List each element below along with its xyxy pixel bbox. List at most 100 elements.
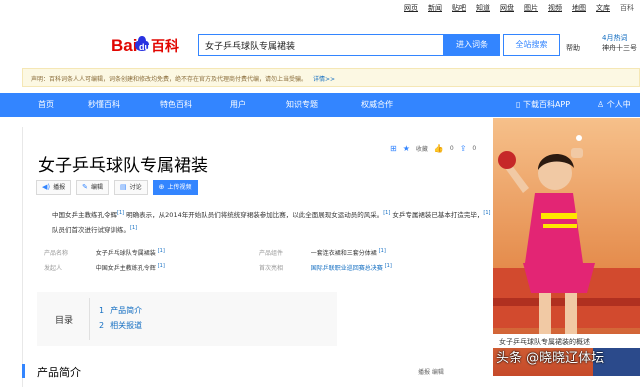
entry-summary: 中国女乒主教练孔令辉[1] 明确表示，从2014年开始队员们将统统穿裙装参加比赛…: [38, 207, 493, 237]
citation-ref[interactable]: [1]: [117, 210, 124, 216]
citation-ref[interactable]: [1]: [383, 210, 390, 216]
toc-divider: [89, 298, 90, 340]
pencil-icon: ✎: [82, 183, 89, 191]
toc-title: 目录: [55, 316, 74, 326]
toc-item-number: 1: [99, 306, 105, 315]
section-tools[interactable]: 播报 编辑: [418, 367, 444, 376]
toplink-map[interactable]: 地图: [572, 3, 586, 13]
nav-download-app[interactable]: ▯ 下载百科APP: [516, 93, 570, 117]
summary-text-4: 队员们首次进行试穿训练。: [52, 226, 130, 235]
citation-ref[interactable]: [1]: [158, 263, 165, 269]
broadcast-label: 播报: [53, 184, 66, 191]
nav-miaodong[interactable]: 秒懂百科: [88, 93, 120, 117]
toplink-web[interactable]: 网页: [404, 3, 418, 13]
upload-video-button[interactable]: ⊕ 上传视频: [152, 180, 198, 195]
toplink-baike[interactable]: 百科: [620, 3, 634, 13]
info-value-text[interactable]: 国际乒联职业巡回赛总决赛: [311, 265, 383, 272]
citation-ref[interactable]: [1]: [385, 263, 392, 269]
info-value-text: 女子乒乓球队专属裙装: [95, 250, 156, 257]
svg-text:Bai: Bai: [111, 36, 137, 55]
toplink-image[interactable]: 图片: [524, 3, 538, 13]
info-value-text: 中国女乒主教练孔令辉: [95, 265, 156, 272]
phone-icon: ▯: [516, 100, 521, 109]
basic-info-box: 产品名称 女子乒乓球队专属裙装 [1] 产品组件 一套连衣裙和三套分体裙 [1]…: [44, 245, 474, 275]
citation-ref[interactable]: [1]: [130, 225, 137, 231]
speaker-icon: ◀): [42, 183, 51, 191]
enter-entry-button[interactable]: 进入词条: [444, 34, 500, 56]
nav-cooperation[interactable]: 权威合作: [361, 93, 393, 117]
table-of-contents: 目录 1 产品简介 2 相关报道: [37, 292, 337, 346]
nav-personal-label: 个人中: [606, 100, 631, 109]
entry-actions: ◀) 播报 ✎ 编辑 ▤ 讨论 ⊕ 上传视频: [36, 180, 198, 195]
upload-video-label: 上传视频: [167, 184, 192, 191]
nav-featured[interactable]: 特色百科: [160, 93, 192, 117]
toc-item-number: 2: [99, 321, 105, 330]
info-value-text: 一套连衣裙和三套分体裙: [310, 250, 377, 257]
toc-item[interactable]: 2 相关报道: [99, 318, 142, 333]
toc-list: 1 产品简介 2 相关报道: [99, 303, 142, 333]
toplink-video[interactable]: 视频: [548, 3, 562, 13]
main-nav: 首页 秒懂百科 特色百科 用户 知识专题 权威合作 ▯ 下载百科APP ♙ 个人…: [0, 93, 640, 117]
toplink-pan[interactable]: 网盘: [500, 3, 514, 13]
search-input[interactable]: 女子乒乓球队专属裙装: [198, 34, 444, 56]
toc-item[interactable]: 1 产品简介: [99, 303, 142, 318]
summary-text-2: 明确表示，从2014年开始队员们将统统穿裙装参加比赛，以此全面展现女运动员的风采…: [126, 211, 384, 220]
svg-text:du: du: [139, 42, 150, 52]
photo-caption: 女子乒乓球队专属裙装的概述: [493, 334, 640, 348]
info-row: 发起人 中国女乒主教练孔令辉 [1] 首次亮相 国际乒联职业巡回赛总决赛 [1]: [44, 260, 474, 275]
notice-detail-link[interactable]: 详情>>: [313, 76, 335, 83]
info-value: 一套连衣裙和三套分体裙 [1]: [311, 248, 474, 257]
citation-ref[interactable]: [1]: [379, 248, 386, 254]
star-icon[interactable]: ★: [403, 144, 410, 153]
top-links: 网页 新闻 贴吧 知道 网盘 图片 视频 地图 文库 百科: [404, 3, 634, 13]
share-icon[interactable]: ⇪: [460, 144, 467, 153]
toc-item-label[interactable]: 产品简介: [110, 306, 142, 315]
edit-button[interactable]: ✎ 编辑: [76, 180, 110, 195]
hot-words[interactable]: 4月热词 神舟十三号: [602, 33, 637, 53]
entry-title: 女子乒乓球队专属裙装: [38, 156, 208, 176]
info-key: 产品名称: [44, 250, 69, 257]
site-search-button[interactable]: 全站搜索: [503, 34, 560, 56]
user-icon: ♙: [597, 100, 605, 109]
info-value[interactable]: 国际乒联职业巡回赛总决赛 [1]: [311, 263, 474, 272]
citation-ref[interactable]: [1]: [158, 248, 165, 254]
info-value: 中国女乒主教练孔令辉 [1]: [96, 263, 259, 272]
summary-text-3: 女乒专属裙装已基本打造完毕，: [392, 211, 484, 220]
summary-text-1: 中国女乒主教练孔令辉: [52, 211, 117, 220]
collect-label[interactable]: 收藏: [416, 144, 428, 153]
nav-download-label: 下载百科APP: [522, 100, 571, 109]
toplink-wenku[interactable]: 文库: [596, 3, 610, 13]
info-key: 发起人: [44, 265, 63, 272]
info-key: 首次亮相: [259, 265, 284, 272]
hot-words-item[interactable]: 神舟十三号: [602, 43, 637, 53]
upload-icon: ⊕: [158, 183, 165, 191]
notice-bar: 声明：百科词条人人可编辑，词条创建和修改均免费，绝不存在官方及代理商付费代编，请…: [22, 68, 640, 87]
toplink-news[interactable]: 新闻: [428, 3, 442, 13]
entry-toolbar: ⊞ ★ 收藏 👍 0 ⇪ 0: [390, 144, 476, 153]
watermark: 头条 @晓晓辽体坛: [496, 351, 605, 366]
info-row: 产品名称 女子乒乓球队专属裙装 [1] 产品组件 一套连衣裙和三套分体裙 [1]: [44, 245, 474, 260]
toc-item-label[interactable]: 相关报道: [110, 321, 142, 330]
info-value: 女子乒乓球队专属裙装 [1]: [96, 248, 259, 257]
section-heading: 产品简介: [37, 366, 81, 379]
baidu-baike-logo[interactable]: Bai du 百科: [111, 32, 189, 56]
add-icon[interactable]: ⊞: [390, 144, 397, 153]
nav-topics[interactable]: 知识专题: [286, 93, 318, 117]
svg-text:百科: 百科: [151, 38, 179, 55]
broadcast-button[interactable]: ◀) 播报: [36, 180, 72, 195]
info-key: 产品组件: [259, 250, 284, 257]
hot-words-title[interactable]: 4月热词: [602, 33, 637, 43]
toplink-tieba[interactable]: 贴吧: [452, 3, 466, 13]
thumbs-up-icon[interactable]: 👍: [434, 144, 444, 153]
discuss-label: 讨论: [129, 184, 142, 191]
toplink-zhidao[interactable]: 知道: [476, 3, 490, 13]
help-link[interactable]: 帮助: [566, 43, 580, 53]
edit-label: 编辑: [91, 184, 104, 191]
like-count: 0: [449, 145, 454, 152]
chat-icon: ▤: [120, 183, 127, 191]
nav-home[interactable]: 首页: [38, 93, 54, 117]
nav-users[interactable]: 用户: [230, 93, 246, 117]
nav-personal[interactable]: ♙ 个人中: [597, 93, 631, 117]
citation-ref[interactable]: [1]: [483, 210, 490, 216]
discuss-button[interactable]: ▤ 讨论: [114, 180, 148, 195]
